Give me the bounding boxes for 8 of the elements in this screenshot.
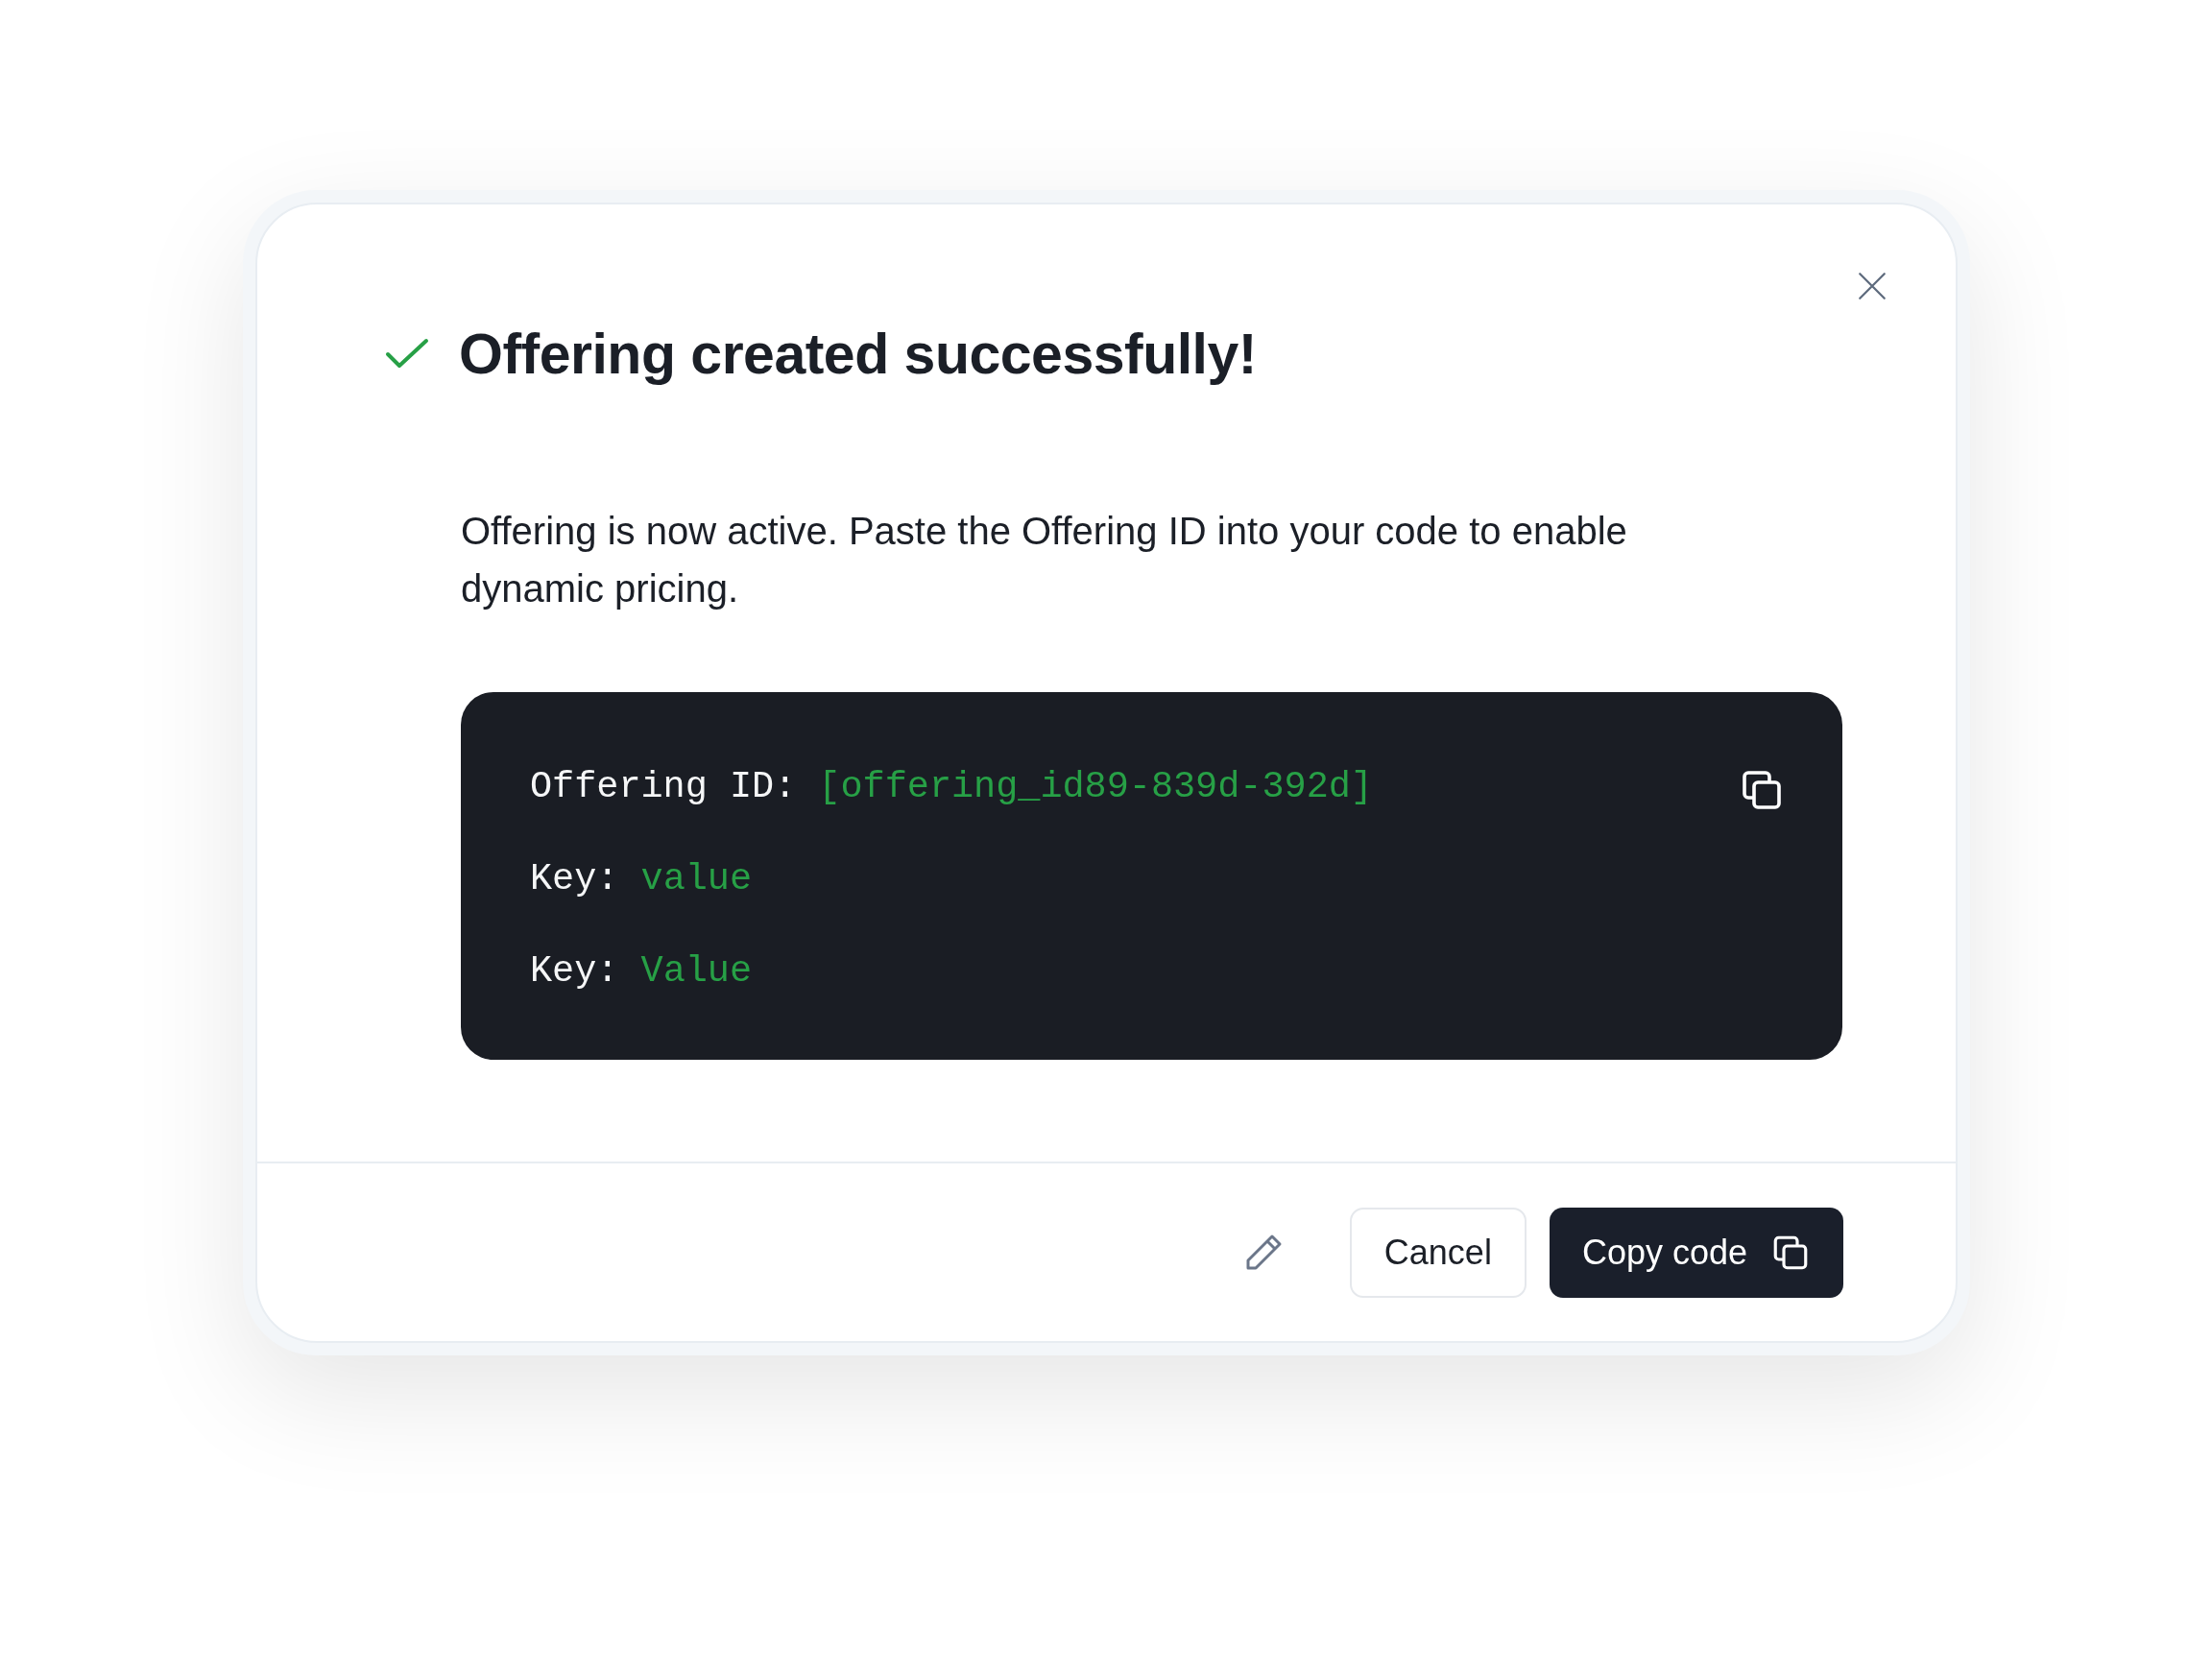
copy-code-button[interactable]: Copy code xyxy=(1549,1207,1843,1298)
close-icon[interactable] xyxy=(1856,270,1888,302)
dialog-title: Offering created successfully! xyxy=(459,322,1257,387)
cancel-button[interactable]: Cancel xyxy=(1349,1207,1527,1298)
code-line: Key: value xyxy=(530,857,753,902)
code-line: Key: Value xyxy=(530,949,753,994)
dialog-message: Offering is now active. Paste the Offering ID into your code to enable dynamic pricing. xyxy=(461,509,1628,611)
code-line: Offering ID: [offering_id89-839d-392d] xyxy=(530,765,1373,810)
